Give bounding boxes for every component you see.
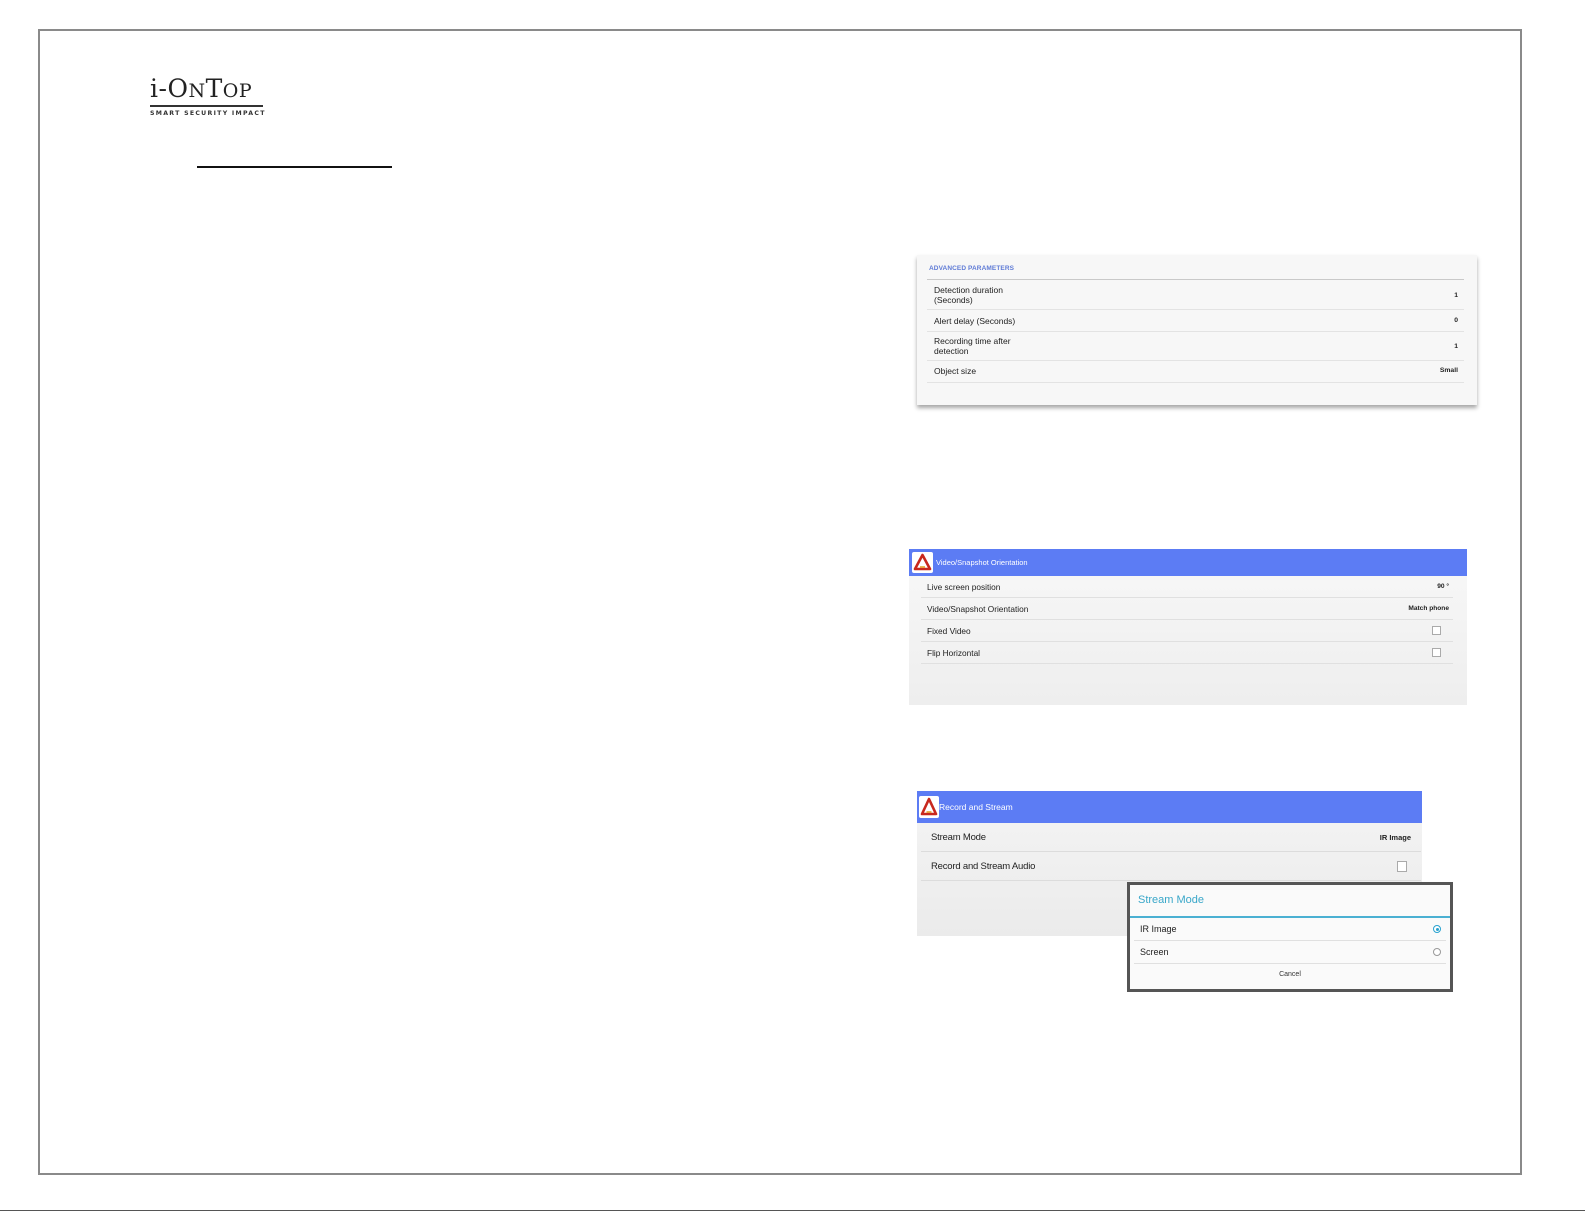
i-ontop-logo: i-ONTOP SMART SECURITY IMPACT <box>150 76 266 117</box>
setting-label: Live screen position <box>927 582 1001 592</box>
setting-value: 1 <box>1454 292 1458 299</box>
setting-label: Alert delay (Seconds) <box>934 316 1016 326</box>
setting-value: 0 <box>1454 317 1458 324</box>
setting-label: Fixed Video <box>927 626 971 636</box>
setting-row-detection-duration[interactable]: Detection duration (Seconds) 1 <box>927 282 1464 310</box>
setting-row-stream-mode[interactable]: Stream Mode IR Image <box>921 823 1421 852</box>
setting-label: Flip Horizontal <box>927 648 981 658</box>
setting-row-fixed-video[interactable]: Fixed Video <box>921 620 1453 642</box>
setting-value: Small <box>1439 367 1458 374</box>
logo-wordmark-part: T <box>205 74 223 103</box>
logo-underline <box>150 105 263 107</box>
logo-wordmark-part: OP <box>222 80 253 102</box>
dialog-title: Stream Mode <box>1138 894 1205 906</box>
setting-row-video-snapshot-orientation[interactable]: Video/Snapshot Orientation Match phone <box>921 598 1453 620</box>
setting-label: Recording time after detection <box>934 336 1011 356</box>
app-logo-icon <box>919 796 939 818</box>
cancel-button[interactable]: Cancel <box>1130 971 1450 978</box>
radio-selected-icon[interactable] <box>1433 925 1441 933</box>
setting-value: 90 ° <box>1437 583 1449 590</box>
setting-label: Video/Snapshot Orientation <box>927 604 1029 614</box>
setting-row-alert-delay[interactable]: Alert delay (Seconds) 0 <box>927 310 1464 332</box>
setting-row-recording-time[interactable]: Recording time after detection 1 <box>927 332 1464 361</box>
flip-horizontal-checkbox[interactable] <box>1432 648 1441 657</box>
app-bar: Video/Snapshot Orientation <box>909 549 1467 576</box>
setting-label: Record and Stream Audio <box>931 861 1036 872</box>
logo-wordmark-part: i-O <box>150 74 189 103</box>
heading-underline <box>197 166 392 168</box>
logo-wordmark-part: N <box>188 80 206 102</box>
app-bar-title: Video/Snapshot Orientation <box>936 558 1028 567</box>
setting-label: Stream Mode <box>931 832 986 843</box>
logo-tagline: SMART SECURITY IMPACT <box>150 109 266 117</box>
fixed-video-checkbox[interactable] <box>1432 626 1441 635</box>
orientation-settings-screen: Video/Snapshot Orientation Live screen p… <box>909 549 1467 705</box>
divider <box>927 279 1464 280</box>
setting-row-record-stream-audio[interactable]: Record and Stream Audio <box>921 852 1421 881</box>
option-ir-image[interactable]: IR Image <box>1134 918 1446 941</box>
radio-unselected-icon[interactable] <box>1433 948 1441 956</box>
app-bar-title: Record and Stream <box>939 802 1013 812</box>
advanced-parameters-panel: ADVANCED PARAMETERS Detection duration (… <box>917 255 1477 405</box>
record-audio-checkbox[interactable] <box>1397 861 1407 872</box>
page-bottom-rule <box>0 1210 1585 1211</box>
app-bar: Record and Stream <box>917 791 1422 823</box>
option-label: Screen <box>1140 947 1169 957</box>
logo-wordmark: i-ONTOP <box>150 76 266 104</box>
section-header: ADVANCED PARAMETERS <box>929 265 1015 272</box>
stream-mode-dialog: Stream Mode IR Image Screen Cancel <box>1127 882 1453 992</box>
setting-label: Detection duration (Seconds) <box>934 285 1003 305</box>
setting-row-live-screen-position[interactable]: Live screen position 90 ° <box>921 576 1453 598</box>
app-logo-icon <box>912 552 933 573</box>
setting-value: 1 <box>1454 343 1458 350</box>
option-screen[interactable]: Screen <box>1134 941 1446 964</box>
setting-value: IR Image <box>1379 833 1411 842</box>
setting-row-flip-horizontal[interactable]: Flip Horizontal <box>921 642 1453 664</box>
option-label: IR Image <box>1140 924 1177 934</box>
setting-row-object-size[interactable]: Object size Small <box>927 361 1464 383</box>
setting-label: Object size <box>934 366 977 376</box>
setting-value: Match phone <box>1408 605 1449 612</box>
